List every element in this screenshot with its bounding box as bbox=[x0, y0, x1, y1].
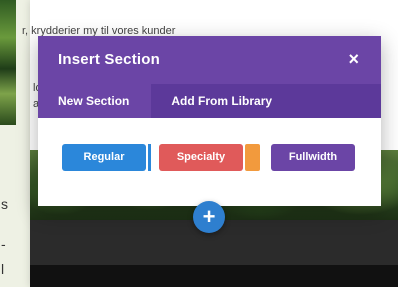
left-text-1: s bbox=[1, 196, 8, 212]
modal-header: Insert Section × bbox=[38, 36, 381, 84]
left-text-2: - bbox=[1, 236, 6, 252]
fullwidth-section-button[interactable]: Fullwidth bbox=[271, 144, 355, 171]
footer-section bbox=[30, 265, 398, 287]
regular-accent-bar bbox=[148, 144, 151, 171]
modal-title: Insert Section bbox=[58, 51, 160, 68]
specialty-section-button[interactable]: Specialty bbox=[159, 144, 243, 171]
left-page-strip: s - l bbox=[0, 0, 30, 287]
specialty-accent-bar bbox=[245, 144, 260, 171]
left-text-3: l bbox=[1, 261, 5, 277]
modal-body: Regular Specialty Fullwidth bbox=[38, 118, 381, 206]
modal-tabs: New Section Add From Library bbox=[38, 84, 381, 118]
left-plant-image bbox=[0, 0, 16, 125]
insert-section-modal: Insert Section × New Section Add From Li… bbox=[38, 36, 381, 206]
close-icon[interactable]: × bbox=[348, 48, 359, 70]
plus-icon: + bbox=[202, 204, 216, 229]
tab-new-section[interactable]: New Section bbox=[38, 84, 152, 118]
tab-add-from-library[interactable]: Add From Library bbox=[151, 84, 292, 118]
regular-section-button[interactable]: Regular bbox=[62, 144, 146, 171]
add-section-button[interactable]: + bbox=[193, 201, 225, 233]
